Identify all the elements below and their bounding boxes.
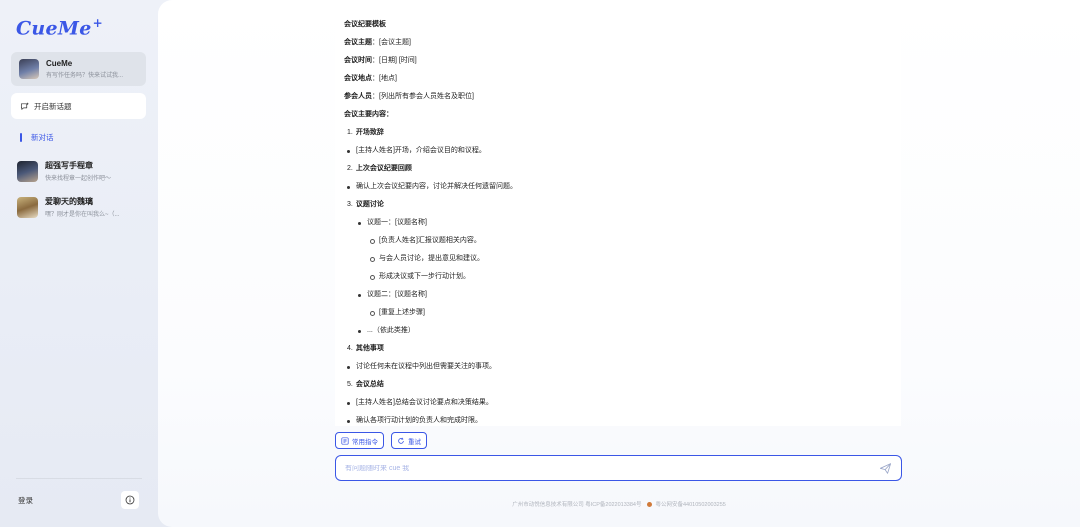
retry-button[interactable]: 重试 [391,432,427,449]
field-key: 参会人员 [344,93,372,100]
section-title: 议题讨论 [355,201,384,208]
common-commands-button[interactable]: 常用指令 [335,432,384,449]
new-topic-button[interactable]: 开启新话题 [11,93,146,119]
section-title: 上次会议纪要回顾 [355,165,412,172]
info-icon [125,495,135,505]
message-heading: 会议主要内容： [344,111,393,118]
bullet-item: 确认各项行动计划的负责人和完成时限。 [344,412,892,426]
police-badge-icon [647,501,653,507]
message-heading: 会议纪要模板 [344,21,386,28]
main-panel: 会议纪要模板 会议主题：[会议主题] 会议时间：[日期] [时间] 会议地点：[地点]… [158,0,1080,527]
bullet-item: [主持人姓名]总结会议讨论要点和决策结果。 [344,394,892,412]
footer-company: 广州市动悦信息技术有限公司 粤ICP备2022013384号 [512,502,642,508]
section-title: 开场致辞 [355,129,384,136]
conversation-subtitle: 嘿？刚才是你在叫我么~（... [45,212,120,218]
numbered-section: 2. 上次会议纪要回顾 [344,160,892,178]
active-indicator [20,133,22,142]
assistant-message: 会议纪要模板 会议主题：[会议主题] 会议时间：[日期] [时间] 会议地点：[地点]… [335,10,901,426]
field-key: 会议地点 [344,75,372,82]
bullet-item: 确认上次会议纪要内容，讨论并解决任何遗留问题。 [344,178,892,196]
bullet-item: 讨论任何未在议程中列出但需要关注的事项。 [344,358,892,376]
footer-police: 粤公网安备44010502003255 [655,502,726,508]
message-field: 会议主题：[会议主题] [344,34,892,52]
bullet-item: [主持人姓名]开场，介绍会议目的和议程。 [344,142,892,160]
bullet-item: 议题一：[议题名称] [344,214,892,232]
message-field: 会议时间：[日期] [时间] [344,52,892,70]
chat-plus-icon [20,102,29,110]
sidebar-item-conversation[interactable]: 超强写手程章 快来找程章一起创作吧～ [17,160,149,182]
footer: 广州市动悦信息技术有限公司 粤ICP备2022013384号 粤公网安备4401… [158,500,1080,508]
bullet-item: 形成决议或下一步行动计划。 [344,268,892,286]
field-value: ：[列出所有参会人员姓名及职位] [372,93,474,100]
agent-subtitle: 有写作任务吗？快来试试我... [46,73,124,79]
conversation-avatar [17,196,38,218]
field-value: ：[地点] [372,75,397,82]
conversation-avatar [17,160,38,182]
bullet-item: 与会人员讨论，提出意见和建议。 [344,250,892,268]
section-title: 会议总结 [355,381,384,388]
section-title: 其他事项 [355,345,384,352]
sidebar: CueMe+ CueMe 有写作任务吗？快来试试我... 开启新话题 新对话 超… [0,0,158,527]
app-logo[interactable]: CueMe+ [16,16,103,39]
chat-input[interactable] [345,464,879,472]
chat-input-box[interactable] [335,455,902,481]
field-key: 会议主题 [344,39,372,46]
numbered-section: 5. 会议总结 [344,376,892,394]
bullet-item: [负责人姓名]汇报议题相关内容。 [344,232,892,250]
bullet-item: ...（依此类推） [344,322,892,340]
section-number: 1. [347,129,353,136]
login-link[interactable]: 登录 [18,495,33,506]
agent-card-cueme[interactable]: CueMe 有写作任务吗？快来试试我... [11,52,146,86]
numbered-section: 3. 议题讨论 [344,196,892,214]
message-field: 会议地点：[地点] [344,70,892,88]
bullet-item: 议题二：[议题名称] [344,286,892,304]
section-number: 5. [347,381,353,388]
conversation-subtitle: 快来找程章一起创作吧～ [45,176,112,182]
field-value: ：[日期] [时间] [372,57,417,64]
new-topic-label: 开启新话题 [34,101,72,111]
bullet-item: [重复上述步骤] [344,304,892,322]
command-icon [341,436,349,445]
section-number: 3. [347,201,353,208]
sidebar-item-conversation[interactable]: 爱聊天的魏璃 嘿？刚才是你在叫我么~（... [17,196,149,218]
field-value: ：[会议主题] [372,39,411,46]
sidebar-divider [16,478,142,479]
conversation-title: 超强写手程章 [45,161,93,170]
numbered-section: 4. 其他事项 [344,340,892,358]
common-commands-label: 常用指令 [352,438,378,446]
info-button[interactable] [121,491,139,509]
numbered-section: 1. 开场致辞 [344,124,892,142]
new-chat-label: 新对话 [31,133,54,142]
refresh-icon [398,437,404,444]
field-key: 会议时间 [344,57,372,64]
message-field: 参会人员：[列出所有参会人员姓名及职位] [344,88,892,106]
section-number: 2. [347,165,353,172]
sidebar-item-new-chat[interactable]: 新对话 [20,132,54,143]
conversation-title: 爱聊天的魏璃 [45,197,93,206]
section-number: 4. [347,345,353,352]
send-icon[interactable] [879,462,892,475]
retry-label: 重试 [408,438,421,446]
agent-avatar [19,59,39,79]
agent-name: CueMe [46,59,73,68]
